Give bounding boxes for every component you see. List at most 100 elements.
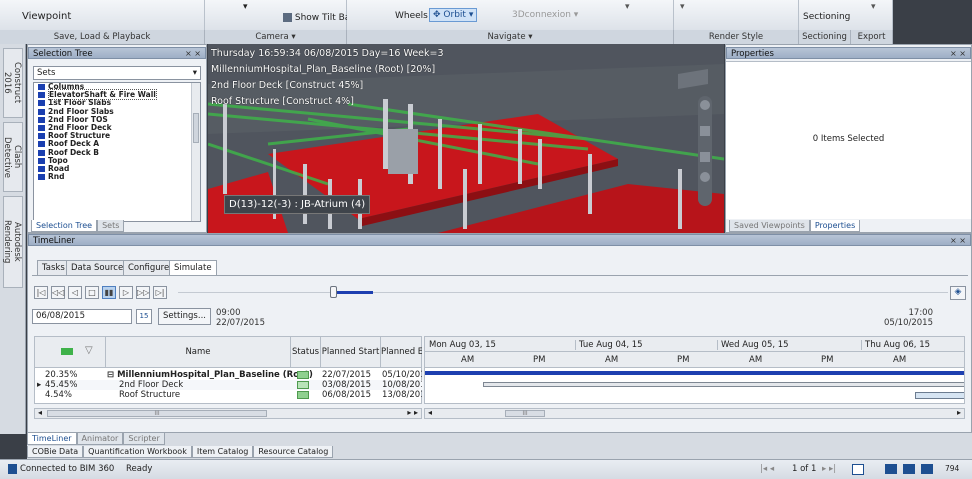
sim-root-text: MillenniumHospital_Plan_Baseline (Root) … xyxy=(211,64,436,75)
connection-status[interactable]: Connected to BIM 360 xyxy=(20,464,114,474)
timeliner-title: TimeLiner xyxy=(33,236,76,246)
gantt-day: Tue Aug 04, 15 xyxy=(575,340,643,350)
tab-configure[interactable]: Configure xyxy=(123,260,175,276)
selection-tree-header: Selection Tree × × xyxy=(28,47,206,59)
wheels-button[interactable]: Wheels xyxy=(395,11,428,21)
tab-properties[interactable]: Properties xyxy=(809,220,861,232)
step-forward-icon[interactable]: ▷▷ xyxy=(136,286,150,299)
scroll-left-icon[interactable]: ◂ xyxy=(428,408,432,417)
grid-horizontal-scrollbar[interactable]: ◂ III ▸ ▸ xyxy=(34,408,422,419)
export-animation-icon[interactable]: ◈ xyxy=(950,286,966,300)
group-caption-navigate[interactable]: Navigate ▾ xyxy=(347,30,674,44)
table-row[interactable]: 4.54% Roof Structure 06/08/2015 13/08/20… xyxy=(35,390,423,400)
sheet-browser-icon[interactable] xyxy=(852,464,864,475)
column-planned-end[interactable]: Planned E xyxy=(380,337,422,367)
render-more-arrow-icon[interactable]: ▾ xyxy=(680,2,685,12)
tab-quantification-workbook[interactable]: Quantification Workbook xyxy=(83,446,192,458)
navigation-bar[interactable] xyxy=(698,96,712,206)
step-back-icon[interactable]: ◁◁ xyxy=(51,286,65,299)
pause-icon[interactable]: ▮▮ xyxy=(102,286,116,299)
row-start: 03/08/2015 xyxy=(322,380,371,390)
navigate-more-arrow-icon[interactable]: ▾ xyxy=(625,2,630,12)
gantt-bar-root[interactable] xyxy=(425,371,964,375)
tab-resource-catalog[interactable]: Resource Catalog xyxy=(253,446,334,458)
gantt-day: Wed Aug 05, 15 xyxy=(717,340,789,350)
tree-item[interactable]: Rnd xyxy=(34,172,200,181)
row-name: Roof Structure xyxy=(119,390,181,400)
stop-icon[interactable]: □ xyxy=(85,286,99,299)
play-icon[interactable]: ▷ xyxy=(119,286,133,299)
playback-track[interactable] xyxy=(178,292,948,293)
scroll-thumb[interactable]: III xyxy=(47,410,267,417)
table-row[interactable]: ▸ 45.45% 2nd Floor Deck 03/08/2015 10/08… xyxy=(35,380,423,390)
panel-close-icon[interactable]: × × xyxy=(950,235,966,247)
tab-saved-viewpoints[interactable]: Saved Viewpoints xyxy=(729,220,810,232)
show-tilt-bar-button[interactable]: Show Tilt Bar xyxy=(283,13,354,23)
gantt-bar-roof-structure[interactable] xyxy=(915,392,964,399)
column-name[interactable]: Name xyxy=(105,337,290,367)
calendar-icon[interactable]: 15 xyxy=(136,309,152,324)
play-reverse-icon[interactable]: ◁ xyxy=(68,286,82,299)
tab-scripter[interactable]: Scripter xyxy=(123,433,165,445)
steering-wheel-icon[interactable] xyxy=(700,100,710,110)
panel-close-icon[interactable]: × × xyxy=(950,48,966,60)
tab-sets[interactable]: Sets xyxy=(97,220,125,232)
page-next-icon[interactable]: ▸ ▸| xyxy=(822,464,836,474)
tab-divider xyxy=(32,275,968,276)
settings-button[interactable]: Settings... xyxy=(158,308,211,325)
row-pointer-icon: ▸ xyxy=(37,380,42,390)
set-icon xyxy=(38,124,45,131)
tab-selection-tree[interactable]: Selection Tree xyxy=(31,220,98,232)
rewind-to-start-icon[interactable]: |◁ xyxy=(34,286,48,299)
row-percent: 4.54% xyxy=(45,390,73,400)
orbit-nav-icon[interactable] xyxy=(700,172,710,182)
tab-cobie-data[interactable]: COBie Data xyxy=(27,446,84,458)
scroll-left-icon[interactable]: ◂ xyxy=(38,408,42,417)
start-time: 09:00 xyxy=(216,308,241,318)
gantt-horizontal-scrollbar[interactable]: ◂ III ▸ xyxy=(424,408,965,419)
memory-icon[interactable] xyxy=(921,464,933,474)
set-icon xyxy=(38,133,45,140)
tab-animator[interactable]: Animator xyxy=(76,433,124,445)
row-end: 05/10/201 xyxy=(382,370,422,380)
bim360-icon xyxy=(8,464,17,474)
column-planned-start[interactable]: Planned Start xyxy=(320,337,380,367)
tab-item-catalog[interactable]: Item Catalog xyxy=(191,446,254,458)
tab-simulate[interactable]: Simulate xyxy=(169,260,217,276)
pan-icon[interactable] xyxy=(700,126,710,136)
tab-tasks[interactable]: Tasks xyxy=(37,260,70,276)
group-caption-camera[interactable]: Camera ▾ xyxy=(205,30,347,44)
set-icon xyxy=(38,92,45,99)
vtab-autodesk-rendering[interactable]: Autodesk Rendering xyxy=(2,196,23,288)
vtab-clash-detective[interactable]: Clash Detective xyxy=(2,122,23,192)
sectioning-arrow-icon[interactable]: ▾ xyxy=(871,2,876,12)
set-icon xyxy=(38,84,45,90)
sets-dropdown[interactable]: Sets ▾ xyxy=(33,66,201,80)
playback-slider-thumb[interactable] xyxy=(330,286,338,298)
scroll-thumb[interactable]: III xyxy=(505,410,545,417)
tab-timeliner[interactable]: TimeLiner xyxy=(27,433,77,445)
orbit-button[interactable]: ✥ Orbit ▾ xyxy=(429,8,478,22)
3dconnexion-button[interactable]: 3Dconnexion ▾ xyxy=(512,10,578,20)
column-status[interactable]: Status xyxy=(290,337,320,367)
disk-icon[interactable] xyxy=(903,464,915,474)
sectioning-button[interactable]: Sectioning xyxy=(803,12,850,22)
pencil-icon[interactable] xyxy=(885,464,897,474)
gantt-bar-2nd-floor-deck[interactable] xyxy=(483,382,964,387)
scroll-right-icon[interactable]: ▸ ▸ xyxy=(407,408,418,417)
gantt-half: AM xyxy=(893,355,907,365)
tree-scrollbar[interactable] xyxy=(191,83,200,221)
properties-content: 0 Items Selected xyxy=(726,61,971,219)
tree-scrollbar-thumb[interactable] xyxy=(193,113,199,143)
scroll-right-icon[interactable]: ▸ xyxy=(957,408,961,417)
panel-close-icon[interactable]: × × xyxy=(185,48,201,60)
page-prev-icon[interactable]: |◂ ◂ xyxy=(760,464,774,474)
simulation-date-field[interactable]: 06/08/2015 xyxy=(32,309,132,324)
3d-viewport[interactable]: Thursday 16:59:34 06/08/2015 Day=16 Week… xyxy=(208,44,724,233)
zoom-icon[interactable] xyxy=(700,152,710,162)
vtab-construct[interactable]: Construct 2016 xyxy=(2,48,23,118)
table-row[interactable]: 20.35% ⊟ MillenniumHospital_Plan_Baselin… xyxy=(35,370,423,380)
properties-empty-text: 0 Items Selected xyxy=(812,134,885,144)
selection-tree-list[interactable]: Columns ElevatorShaft & Fire Wall 1st Fl… xyxy=(33,82,201,222)
forward-to-end-icon[interactable]: ▷| xyxy=(153,286,167,299)
